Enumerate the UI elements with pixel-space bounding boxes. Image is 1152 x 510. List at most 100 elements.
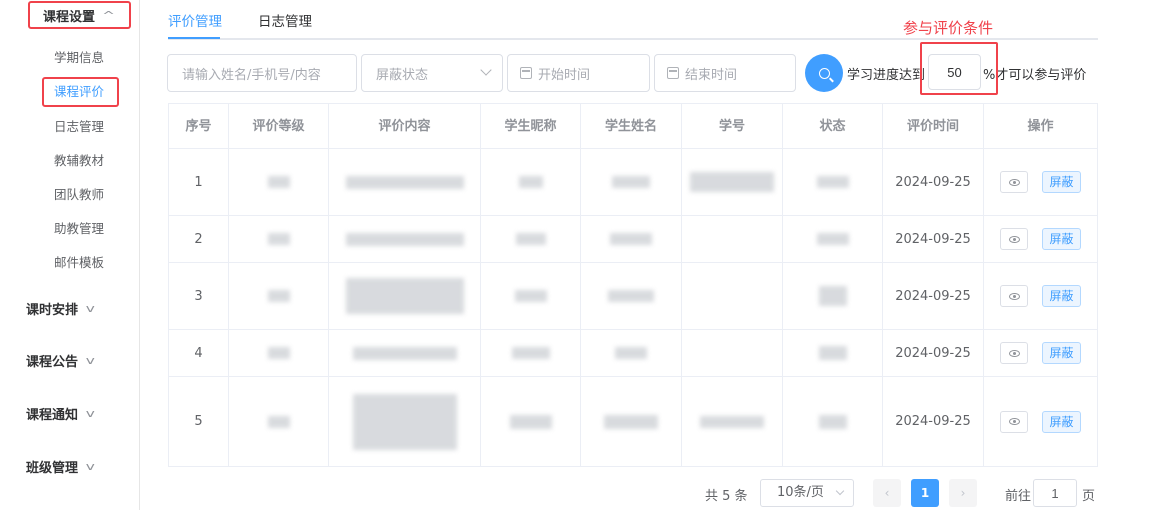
rating-cell bbox=[229, 377, 329, 466]
table-row: 3 2024-09-25 屏蔽 bbox=[169, 263, 1097, 330]
sidebar-item-course-evaluation[interactable]: 课程评价 bbox=[42, 77, 119, 107]
tab-evaluation-management[interactable]: 评价管理 bbox=[168, 10, 222, 30]
menu-group-label: 班级管理 bbox=[26, 460, 79, 476]
view-button[interactable] bbox=[1000, 285, 1029, 307]
status-cell bbox=[783, 216, 883, 262]
shield-button[interactable]: 屏蔽 bbox=[1042, 285, 1081, 307]
eye-icon bbox=[1008, 235, 1020, 243]
page: 课程设置 ^ 学期信息 课程评价 日志管理 教辅教材 团队教师 助教管理 邮件模… bbox=[0, 0, 1152, 510]
tab-active-indicator bbox=[168, 37, 220, 39]
chevron-up-icon: ^ bbox=[102, 8, 116, 22]
status-cell bbox=[783, 377, 883, 466]
content-cell bbox=[329, 149, 481, 215]
content-cell bbox=[329, 263, 481, 329]
eye-icon bbox=[1008, 349, 1020, 357]
menu-group-course-announcement[interactable]: 课程公告 v bbox=[26, 346, 95, 374]
column-header: 学号 bbox=[682, 104, 783, 149]
table-header: 序号 评价等级 评价内容 学生昵称 学生姓名 学号 状态 评价时间 操作 bbox=[169, 104, 1097, 149]
menu-group-label: 课程公告 bbox=[26, 354, 79, 370]
eye-icon bbox=[1008, 418, 1020, 425]
actions-cell: 屏蔽 bbox=[984, 263, 1097, 329]
view-button[interactable] bbox=[1000, 410, 1029, 433]
sidebar-item-team-teachers[interactable]: 团队教师 bbox=[54, 185, 104, 205]
next-page-button[interactable]: › bbox=[949, 479, 977, 507]
time-cell: 2024-09-25 bbox=[883, 263, 984, 329]
rating-cell bbox=[229, 149, 329, 215]
menu-group-lesson-schedule[interactable]: 课时安排 v bbox=[26, 294, 95, 322]
shield-button[interactable]: 屏蔽 bbox=[1042, 228, 1081, 250]
chevron-down-icon bbox=[835, 486, 845, 496]
progress-prefix: 学习进度达到 bbox=[847, 68, 926, 83]
student-id-cell bbox=[682, 330, 783, 376]
view-button[interactable] bbox=[1000, 171, 1029, 193]
sidebar-item-assistant-management[interactable]: 助教管理 bbox=[54, 219, 104, 239]
time-cell: 2024-09-25 bbox=[883, 330, 984, 376]
table-row: 4 2024-09-25 屏蔽 bbox=[169, 330, 1097, 377]
column-header: 序号 bbox=[169, 104, 229, 149]
student-id-cell bbox=[682, 149, 783, 215]
goto-page-input[interactable] bbox=[1033, 479, 1077, 507]
prev-page-button[interactable]: ‹ bbox=[873, 479, 901, 507]
table-row: 5 2024-09-25 屏蔽 bbox=[169, 377, 1097, 466]
name-cell bbox=[581, 330, 682, 376]
menu-group-course-settings[interactable]: 课程设置 ^ bbox=[28, 1, 131, 29]
content-cell bbox=[329, 377, 481, 466]
tab-log-management[interactable]: 日志管理 bbox=[258, 10, 312, 30]
view-button[interactable] bbox=[1000, 228, 1029, 250]
page-number-button[interactable]: 1 bbox=[911, 479, 939, 507]
column-header: 评价时间 bbox=[883, 104, 984, 149]
nickname-cell bbox=[481, 377, 581, 466]
row-index: 5 bbox=[169, 377, 229, 466]
shield-button[interactable]: 屏蔽 bbox=[1042, 171, 1081, 193]
eye-icon bbox=[1008, 178, 1020, 186]
sidebar-item-term-info[interactable]: 学期信息 bbox=[54, 48, 104, 68]
chevron-down-icon: v bbox=[85, 301, 95, 315]
page-size-select[interactable]: 10条/页 bbox=[760, 479, 854, 507]
row-index: 3 bbox=[169, 263, 229, 329]
search-placeholder: 请输入姓名/手机号/内容 bbox=[182, 67, 321, 83]
nickname-cell bbox=[481, 263, 581, 329]
menu-group-label: 课程设置 bbox=[43, 9, 96, 25]
sidebar-item-email-templates[interactable]: 邮件模板 bbox=[54, 253, 104, 273]
rating-cell bbox=[229, 263, 329, 329]
end-date-placeholder: 结束时间 bbox=[685, 67, 738, 83]
view-button[interactable] bbox=[1000, 342, 1029, 364]
content-cell bbox=[329, 330, 481, 376]
column-header: 评价等级 bbox=[229, 104, 329, 149]
status-select[interactable]: 屏蔽状态 bbox=[361, 54, 503, 92]
page-size-value: 10条/页 bbox=[777, 485, 824, 500]
time-cell: 2024-09-25 bbox=[883, 377, 984, 466]
name-cell bbox=[581, 263, 682, 329]
end-date-picker[interactable]: 结束时间 bbox=[654, 54, 796, 92]
actions-cell: 屏蔽 bbox=[984, 330, 1097, 376]
content-cell bbox=[329, 216, 481, 262]
eye-icon bbox=[1008, 292, 1020, 300]
chevron-down-icon: v bbox=[85, 406, 95, 420]
chevron-down-icon: v bbox=[85, 459, 95, 473]
menu-group-class-management[interactable]: 班级管理 v bbox=[26, 452, 95, 480]
start-date-picker[interactable]: 开始时间 bbox=[507, 54, 650, 92]
actions-cell: 屏蔽 bbox=[984, 216, 1097, 262]
progress-threshold-input[interactable] bbox=[928, 54, 981, 90]
chevron-down-icon bbox=[480, 64, 492, 76]
shield-button[interactable]: 屏蔽 bbox=[1042, 342, 1081, 364]
menu-group-course-notice[interactable]: 课程通知 v bbox=[26, 399, 95, 427]
name-cell bbox=[581, 216, 682, 262]
table-row: 1 2024-09-25 屏蔽 bbox=[169, 149, 1097, 216]
search-input[interactable]: 请输入姓名/手机号/内容 bbox=[167, 54, 357, 92]
menu-group-label: 课程通知 bbox=[26, 407, 79, 423]
name-cell bbox=[581, 149, 682, 215]
sidebar-item-log-management[interactable]: 日志管理 bbox=[54, 117, 104, 137]
goto-suffix: 页 bbox=[1082, 489, 1096, 504]
time-cell: 2024-09-25 bbox=[883, 149, 984, 215]
shield-button[interactable]: 屏蔽 bbox=[1042, 410, 1081, 433]
sidebar-item-teaching-materials[interactable]: 教辅教材 bbox=[54, 151, 104, 171]
start-date-placeholder: 开始时间 bbox=[538, 67, 591, 83]
status-cell bbox=[783, 330, 883, 376]
nickname-cell bbox=[481, 216, 581, 262]
column-header: 状态 bbox=[783, 104, 883, 149]
search-button[interactable] bbox=[805, 54, 843, 92]
nickname-cell bbox=[481, 330, 581, 376]
rating-cell bbox=[229, 216, 329, 262]
pagination-total: 共 5 条 bbox=[705, 489, 748, 504]
